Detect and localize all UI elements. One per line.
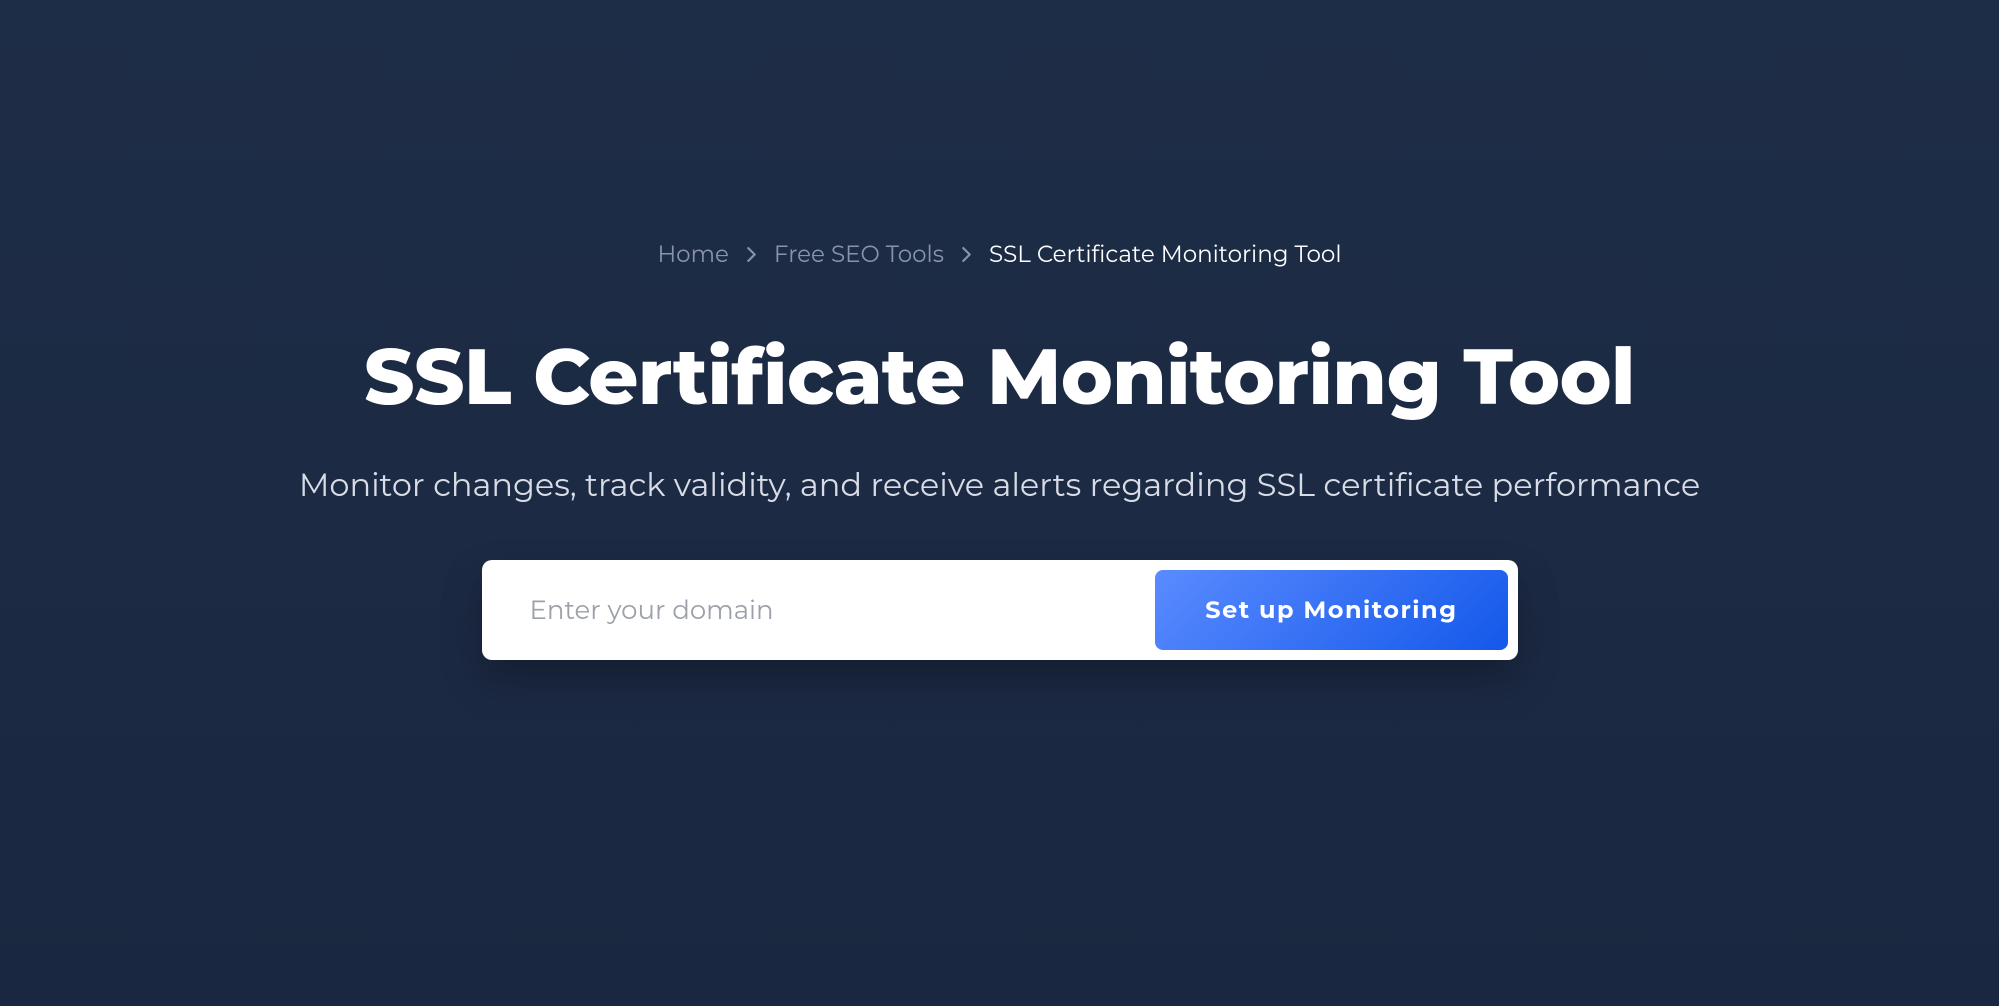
page-subtitle: Monitor changes, track validity, and rec… [299,466,1700,505]
domain-input[interactable] [492,570,1156,650]
page-title: SSL Certificate Monitoring Tool [364,328,1635,424]
setup-monitoring-button[interactable]: Set up Monitoring [1155,570,1507,650]
breadcrumb-current: SSL Certificate Monitoring Tool [989,240,1342,268]
breadcrumb-tools-link[interactable]: Free SEO Tools [774,240,944,268]
breadcrumb: Home Free SEO Tools SSL Certificate Moni… [657,240,1341,268]
chevron-right-icon [747,247,756,262]
breadcrumb-home-link[interactable]: Home [657,240,728,268]
chevron-right-icon [962,247,971,262]
domain-search-form: Set up Monitoring [482,560,1518,660]
